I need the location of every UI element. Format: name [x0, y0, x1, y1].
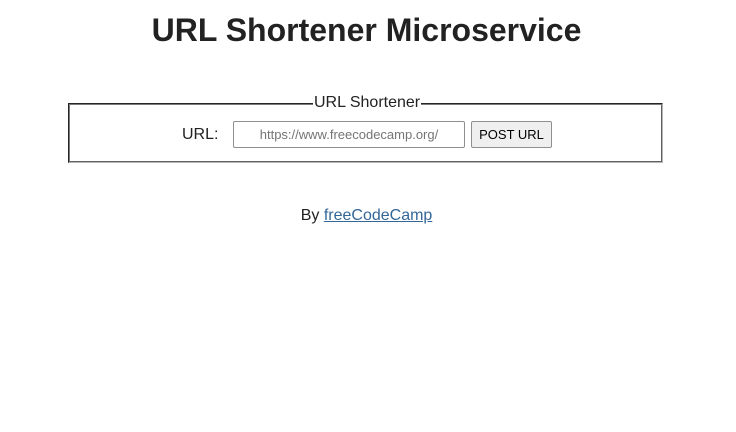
page: URL Shortener Microservice URL Shortener… [0, 0, 736, 432]
footer: By freeCodeCamp [0, 207, 733, 225]
url-label: URL: [182, 126, 219, 143]
page-title: URL Shortener Microservice [151, 12, 582, 48]
footer-prefix: By [300, 207, 320, 224]
freecodecamp-link[interactable]: freeCodeCamp [324, 207, 433, 224]
fieldset-legend: URL Shortener [313, 94, 422, 112]
url-shortener-fieldset: URL Shortener URL: POST URL [68, 94, 663, 163]
url-input[interactable] [233, 121, 465, 148]
post-url-button[interactable]: POST URL [471, 121, 552, 148]
